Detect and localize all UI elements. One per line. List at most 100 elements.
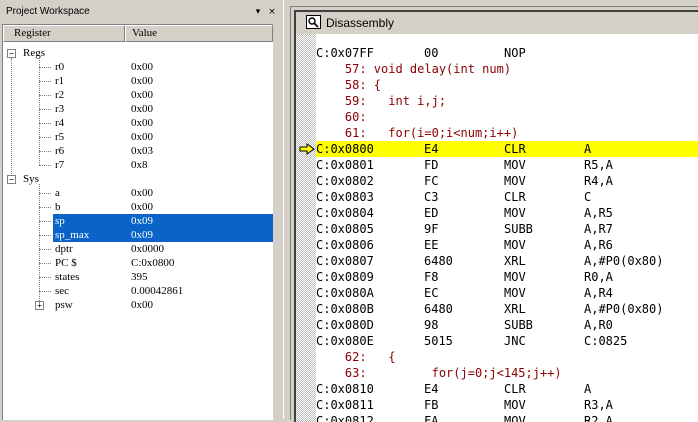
collapse-icon[interactable]: − — [7, 49, 16, 58]
tree-connector — [39, 58, 40, 165]
opcode: 6480 — [424, 254, 453, 268]
disassembly-window: Disassembly C:0x07FF 00 NOP 57: void delay… — [290, 6, 698, 422]
mnemonic: SUBB — [504, 222, 533, 236]
asm-line[interactable]: C:0x07FF 00 NOP — [316, 45, 698, 61]
tree-group-sys[interactable]: Sys — [3, 172, 273, 186]
operands: A,#P0(0x80) — [584, 254, 664, 268]
address: C:0x07FF — [316, 46, 374, 60]
tree-connector — [39, 277, 51, 278]
mnemonic: XRL — [504, 302, 526, 316]
asm-line[interactable]: C:0x0810 E4 CLR A — [316, 381, 698, 397]
close-icon[interactable]: × — [266, 6, 278, 18]
tree-group-regs[interactable]: Regs — [3, 46, 273, 60]
address: C:0x0804 — [316, 206, 374, 220]
register-value: 0x00 — [131, 299, 153, 311]
tree-connector — [39, 151, 51, 152]
mnemonic: CLR — [504, 382, 526, 396]
tree-connector — [39, 235, 51, 236]
asm-line[interactable]: C:0x0809 F8 MOV R0,A — [316, 269, 698, 285]
register-name: Regs — [23, 47, 45, 59]
mnemonic: NOP — [504, 46, 526, 60]
address: C:0x0801 — [316, 158, 374, 172]
mnemonic: MOV — [504, 398, 526, 412]
register-name: a — [55, 187, 60, 199]
tree-connector — [39, 165, 51, 166]
tree-connector — [39, 291, 51, 292]
mnemonic: MOV — [504, 414, 526, 422]
address: C:0x0805 — [316, 222, 374, 236]
asm-line[interactable]: C:0x0803 C3 CLR C — [316, 189, 698, 205]
register-name: PC $ — [55, 257, 77, 269]
asm-line[interactable]: C:0x0805 9F SUBB A,R7 — [316, 221, 698, 237]
opcode: 5015 — [424, 334, 453, 348]
register-name: psw — [55, 299, 73, 311]
source-line[interactable]: 59: int i,j; — [316, 93, 698, 109]
register-name: sp_max — [55, 229, 90, 241]
mnemonic: MOV — [504, 206, 526, 220]
asm-line[interactable]: C:0x0804 ED MOV A,R5 — [316, 205, 698, 221]
source-line[interactable]: 60: — [316, 109, 698, 125]
mnemonic: CLR — [504, 190, 526, 204]
address: C:0x0811 — [316, 398, 374, 412]
source-line[interactable]: 63: for(j=0;j<145;j++) — [316, 365, 698, 381]
mnemonic: MOV — [504, 270, 526, 284]
disassembly-icon — [306, 15, 321, 29]
current-instruction-line[interactable]: C:0x0800 E4 CLR A — [316, 141, 698, 157]
asm-line[interactable]: C:0x0802 FC MOV R4,A — [316, 173, 698, 189]
operands: R0,A — [584, 270, 613, 284]
register-value: 0x00 — [131, 61, 153, 73]
pin-icon[interactable]: ▾ — [252, 6, 264, 18]
asm-line[interactable]: C:0x0806 EE MOV A,R6 — [316, 237, 698, 253]
opcode: ED — [424, 206, 439, 220]
register-value: 0.00042861 — [131, 285, 184, 297]
tree-connector — [39, 137, 51, 138]
operands: A,R5 — [584, 206, 613, 220]
register-value: 0x00 — [131, 89, 153, 101]
tree-connector — [39, 249, 51, 250]
asm-line[interactable]: C:0x0812 FA MOV R2,A — [316, 413, 698, 422]
asm-line[interactable]: C:0x080A EC MOV A,R4 — [316, 285, 698, 301]
mnemonic: MOV — [504, 286, 526, 300]
source-line[interactable]: 58: { — [316, 77, 698, 93]
register-name: sec — [55, 285, 70, 297]
operands: A — [584, 382, 592, 396]
breakpoint-gutter[interactable] — [296, 34, 316, 422]
tree-connector — [39, 123, 51, 124]
source-line[interactable]: 61: for(i=0;i<num;i++) — [316, 125, 698, 141]
disassembly-title-bar: Disassembly — [296, 12, 698, 34]
asm-line[interactable]: C:0x0807 6480 XRL A,#P0(0x80) — [316, 253, 698, 269]
tree-connector — [39, 81, 51, 82]
asm-line[interactable]: C:0x080D 98 SUBB A,R0 — [316, 317, 698, 333]
source-line[interactable]: 57: void delay(int num) — [316, 61, 698, 77]
address: C:0x0802 — [316, 174, 374, 188]
mnemonic: MOV — [504, 174, 526, 188]
project-workspace-pane: Project Workspace ▾ × Register Value Reg… — [0, 0, 283, 420]
asm-line[interactable]: C:0x0811 FB MOV R3,A — [316, 397, 698, 413]
register-value: 0x09 — [131, 229, 153, 241]
register-name: r2 — [55, 89, 65, 101]
collapse-icon[interactable]: − — [7, 175, 16, 184]
operands: A,R6 — [584, 238, 613, 252]
tree-connector — [39, 67, 51, 68]
source-line[interactable]: 62: { — [316, 349, 698, 365]
asm-line[interactable]: C:0x0801 FD MOV R5,A — [316, 157, 698, 173]
opcode: FA — [424, 414, 439, 422]
asm-line[interactable]: C:0x080B 6480 XRL A,#P0(0x80) — [316, 301, 698, 317]
register-value: 0x00 — [131, 187, 153, 199]
operands: A,R4 — [584, 286, 613, 300]
source-text: 60: — [316, 110, 367, 124]
opcode: 00 — [424, 46, 439, 60]
operands: C — [584, 190, 592, 204]
address: C:0x080D — [316, 318, 374, 332]
operands: A — [584, 142, 592, 156]
workspace-title-bar: Project Workspace ▾ × — [2, 5, 279, 20]
address: C:0x080A — [316, 286, 374, 300]
tree-connector — [11, 58, 12, 176]
register-value: 395 — [131, 271, 148, 283]
value-column-header[interactable]: Value — [125, 25, 273, 42]
register-name: r6 — [55, 145, 65, 157]
register-tree[interactable]: Register Value Regs − r0 0x00 r1 0x00 r2 0x00 r3… — [2, 24, 273, 420]
register-column-header[interactable]: Register — [3, 25, 125, 42]
operands: A,R0 — [584, 318, 613, 332]
asm-line[interactable]: C:0x080E 5015 JNC C:0825 — [316, 333, 698, 349]
